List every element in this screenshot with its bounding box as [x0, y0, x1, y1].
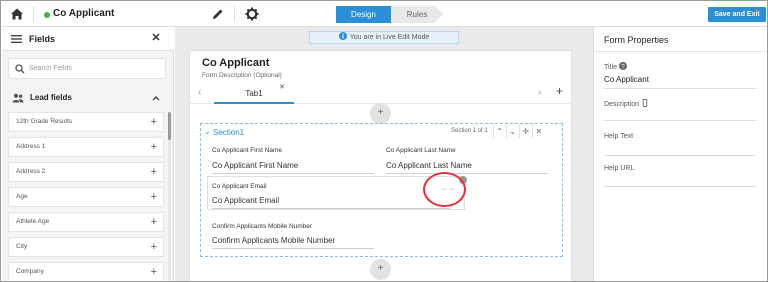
toolbar-divider: [33, 6, 34, 22]
prop-label-text: Description: [604, 101, 640, 108]
lead-fields-label: Lead fields: [30, 93, 72, 102]
field-label: Co Applicant Last Name: [386, 147, 456, 154]
close-icon[interactable]: ✕: [150, 32, 162, 44]
chevron-down-icon[interactable]: ⌄: [505, 124, 519, 138]
users-icon: [12, 93, 24, 103]
status-dot: [44, 12, 50, 18]
gear-icon[interactable]: [244, 6, 260, 22]
list-item[interactable]: Age +: [8, 187, 164, 207]
field-label: Age: [16, 193, 28, 200]
add-icon[interactable]: +: [151, 191, 157, 203]
prop-label-text: Title: [604, 64, 617, 71]
fields-panel-title: Fields: [29, 34, 56, 44]
close-icon[interactable]: ✕: [531, 124, 545, 138]
home-icon[interactable]: [8, 5, 26, 23]
form-canvas-area: You are in Live Edit Mode Co Applicant F…: [175, 27, 593, 281]
list-item[interactable]: Athlete Age +: [8, 212, 164, 232]
add-icon[interactable]: +: [151, 216, 157, 228]
lead-fields-group-header[interactable]: Lead fields: [2, 88, 174, 108]
title-input-underline: [604, 88, 756, 89]
form-tabs-bar: ‹ Tab1 ✕ › +: [190, 82, 571, 104]
prop-label-help-url: Help URL: [604, 165, 635, 172]
add-section-above-button[interactable]: +: [370, 103, 391, 124]
add-icon[interactable]: +: [151, 241, 157, 253]
properties-title: Form Properties: [604, 35, 669, 45]
help-text-input[interactable]: [604, 155, 756, 156]
list-item[interactable]: City +: [8, 237, 164, 257]
section-container: ⌄ Section1 Section 1 of 1 ⌃ ⌄ ✛ ✕ Co App…: [200, 123, 563, 257]
search-icon: [15, 64, 25, 74]
close-icon[interactable]: ✕: [279, 83, 285, 91]
info-icon: [338, 32, 347, 40]
section-title[interactable]: Section1: [213, 128, 244, 137]
fields-panel-header: Fields ✕: [2, 27, 174, 51]
mobile-icon: [641, 99, 649, 107]
title-input[interactable]: Co Applicant: [604, 75, 649, 84]
description-input[interactable]: [604, 120, 756, 121]
app-window: Co Applicant Design Rules Save and Exit …: [0, 0, 768, 282]
list-item[interactable]: 12th Grade Results +: [8, 112, 164, 132]
scrollbar-thumb[interactable]: [168, 112, 171, 140]
field-label: Athlete Age: [16, 218, 50, 225]
divider: [594, 51, 767, 52]
add-icon[interactable]: +: [151, 266, 157, 278]
prop-label-description: Description: [604, 99, 649, 108]
chevron-right-icon[interactable]: ›: [538, 88, 541, 98]
last-name-field[interactable]: Co Applicant Last Name: [386, 161, 548, 174]
tab-design[interactable]: Design: [336, 6, 399, 23]
field-label: Company: [16, 268, 44, 275]
field-label: Address 2: [16, 168, 46, 175]
chevron-up-icon[interactable]: ⌃: [492, 124, 506, 138]
move-icon[interactable]: ✛: [518, 124, 532, 138]
prop-label-title: Title?: [604, 62, 627, 71]
add-tab-icon[interactable]: +: [556, 85, 563, 97]
save-and-exit-button[interactable]: Save and Exit: [708, 7, 766, 22]
live-edit-banner: You are in Live Edit Mode: [309, 31, 459, 44]
email-field[interactable]: Co Applicant Email: [212, 196, 450, 209]
menu-icon[interactable]: [11, 34, 22, 44]
pencil-icon[interactable]: [210, 6, 226, 22]
search-input[interactable]: [29, 62, 161, 75]
list-item[interactable]: Address 2 +: [8, 162, 164, 182]
search-field-box: [8, 58, 166, 79]
list-item[interactable]: Address 1 +: [8, 137, 164, 157]
section-count: Section 1 of 1: [451, 128, 488, 134]
field-label: Confirm Applicants Mobile Number: [212, 223, 313, 230]
top-toolbar: Co Applicant Design Rules Save and Exit: [2, 2, 767, 27]
first-name-field[interactable]: Co Applicant First Name: [212, 161, 374, 174]
list-item[interactable]: Company +: [8, 262, 164, 281]
live-edit-text: You are in Live Edit Mode: [349, 34, 430, 41]
mobile-number-field[interactable]: Confirm Applicants Mobile Number: [212, 236, 374, 249]
form-description[interactable]: Form Description (Optional): [202, 72, 282, 79]
tab-rules[interactable]: Rules: [391, 6, 443, 23]
chevron-up-icon[interactable]: [150, 92, 162, 104]
highlight-circle: [423, 172, 466, 207]
form-properties-panel: Form Properties Title? Co Applicant Desc…: [593, 27, 767, 281]
section-toolbar: Section 1 of 1 ⌃ ⌄ ✛ ✕: [451, 124, 545, 138]
field-label: Address 1: [16, 143, 46, 150]
field-label: Co Applicant First Name: [212, 147, 283, 154]
prop-label-help-text: Help Text: [604, 133, 634, 140]
form-title[interactable]: Co Applicant: [202, 57, 269, 69]
chevron-down-icon[interactable]: ⌄: [204, 127, 211, 136]
field-label: City: [16, 243, 28, 250]
help-icon[interactable]: ?: [618, 62, 627, 70]
fields-panel: Fields ✕ Lead fields 12th Grade Results +…: [2, 27, 174, 281]
add-section-below-button[interactable]: +: [370, 259, 391, 280]
chevron-left-icon[interactable]: ‹: [198, 88, 201, 98]
help-url-input[interactable]: [604, 186, 756, 187]
field-label: 12th Grade Results: [16, 118, 73, 125]
field-label: Co Applicant Email: [212, 183, 267, 190]
add-icon[interactable]: +: [151, 166, 157, 178]
add-icon[interactable]: +: [151, 116, 157, 128]
add-icon[interactable]: +: [151, 141, 157, 153]
toolbar-divider: [234, 6, 235, 22]
form-name: Co Applicant: [53, 8, 115, 19]
